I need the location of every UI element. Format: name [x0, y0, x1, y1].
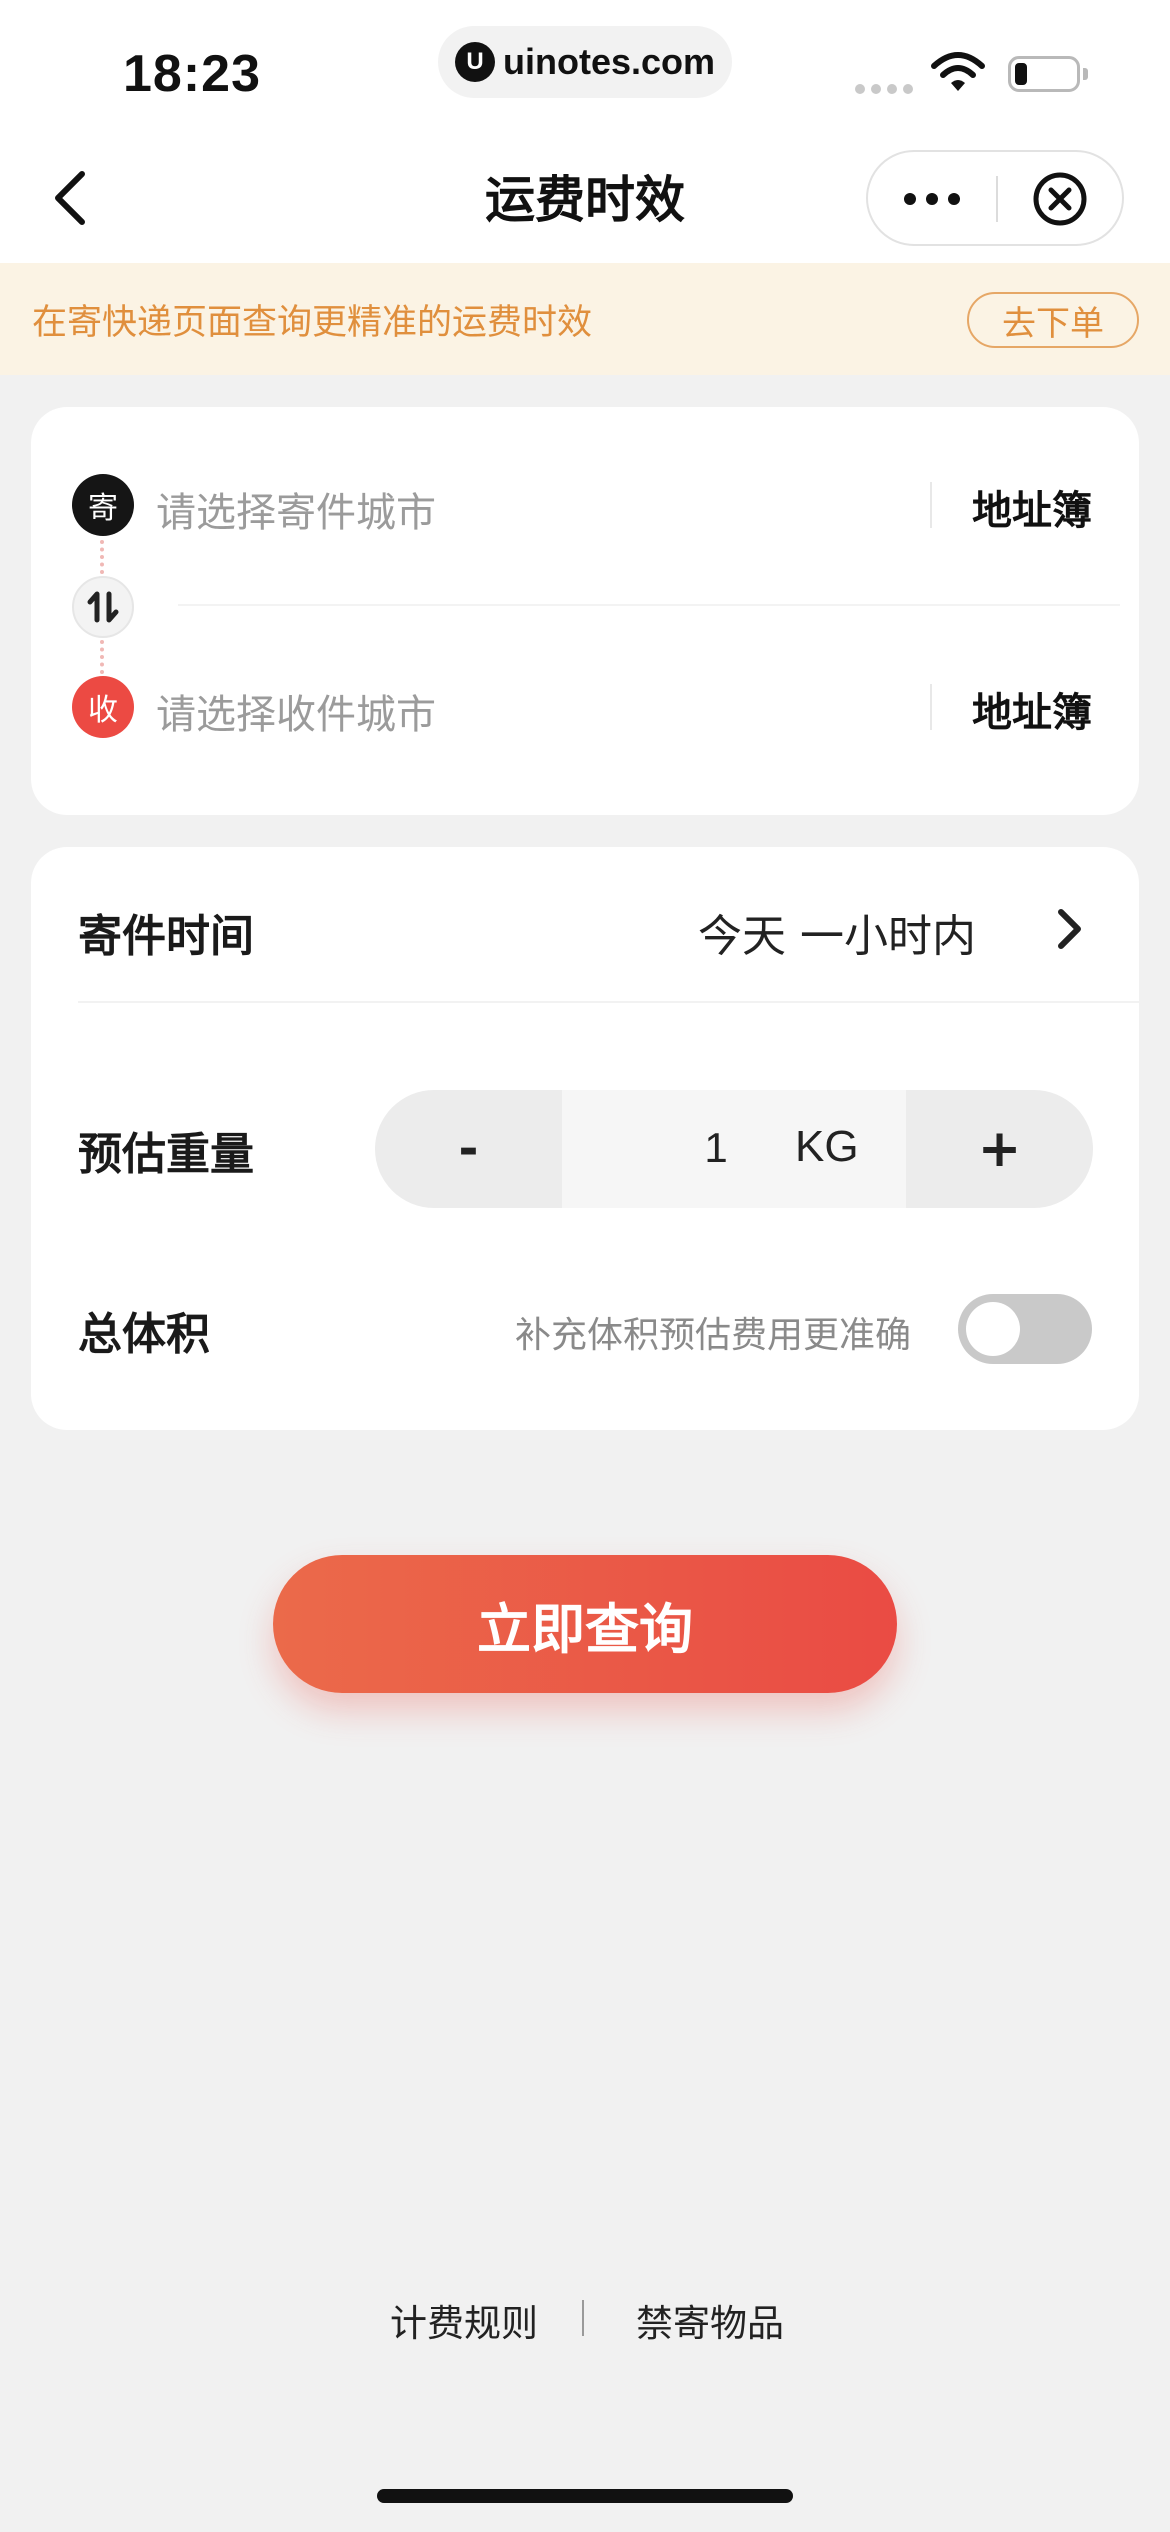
- address-card: [31, 407, 1139, 815]
- volume-label: 总体积: [78, 1309, 210, 1360]
- query-button[interactable]: 立即查询: [273, 1555, 897, 1693]
- increase-weight-button[interactable]: +: [906, 1090, 1093, 1208]
- send-badge: 寄: [72, 474, 134, 536]
- capsule-divider: [996, 176, 998, 222]
- battery-icon: [1008, 56, 1080, 92]
- swap-vertical-icon: [87, 591, 119, 623]
- footer-separator: [582, 2300, 584, 2336]
- status-time: 18:23: [123, 45, 261, 103]
- route-dots: [100, 640, 104, 674]
- url-pill: U uinotes.com: [438, 26, 732, 98]
- pricing-rules-link[interactable]: 计费规则: [390, 2293, 538, 2347]
- mini-program-capsule: [866, 150, 1124, 246]
- weight-unit: KG: [795, 1122, 859, 1171]
- home-indicator: [377, 2489, 793, 2503]
- back-icon[interactable]: [50, 168, 90, 232]
- battery-cap: [1083, 68, 1088, 80]
- send-time-label: 寄件时间: [78, 911, 254, 962]
- site-logo-icon: U: [454, 42, 495, 82]
- receiver-city-input[interactable]: 请选择收件城市: [156, 682, 436, 740]
- receive-badge: 收: [72, 676, 134, 738]
- wifi-icon: [930, 50, 986, 98]
- chevron-right-icon[interactable]: [1054, 906, 1084, 956]
- order-button[interactable]: 去下单: [967, 292, 1139, 348]
- prohibited-items-link[interactable]: 禁寄物品: [636, 2293, 784, 2347]
- separator: [930, 684, 932, 730]
- weight-value[interactable]: 1: [671, 1124, 761, 1172]
- send-time-value[interactable]: 今天 一小时内: [698, 900, 976, 964]
- more-icon[interactable]: [902, 174, 962, 228]
- notice-text: 在寄快递页面查询更精准的运费时效: [32, 303, 593, 343]
- decrease-weight-button[interactable]: -: [375, 1090, 562, 1208]
- sender-address-book-button[interactable]: 地址簿: [972, 478, 1092, 536]
- divider: [178, 604, 1120, 606]
- site-url: uinotes.com: [502, 41, 716, 82]
- signal-icon: [855, 84, 913, 94]
- sender-city-input[interactable]: 请选择寄件城市: [156, 480, 436, 538]
- separator: [930, 482, 932, 528]
- close-icon[interactable]: [1031, 170, 1089, 232]
- weight-stepper: - 1 KG +: [375, 1090, 1093, 1208]
- receiver-address-book-button[interactable]: 地址簿: [972, 680, 1092, 738]
- weight-label: 预估重量: [78, 1129, 254, 1180]
- page-title: 运费时效: [485, 171, 685, 229]
- swap-address-button[interactable]: [72, 576, 134, 638]
- toggle-knob: [966, 1302, 1020, 1356]
- route-dots: [100, 540, 104, 574]
- volume-hint: 补充体积预估费用更准确: [515, 1315, 912, 1356]
- divider: [78, 1001, 1139, 1003]
- volume-toggle[interactable]: [958, 1294, 1092, 1364]
